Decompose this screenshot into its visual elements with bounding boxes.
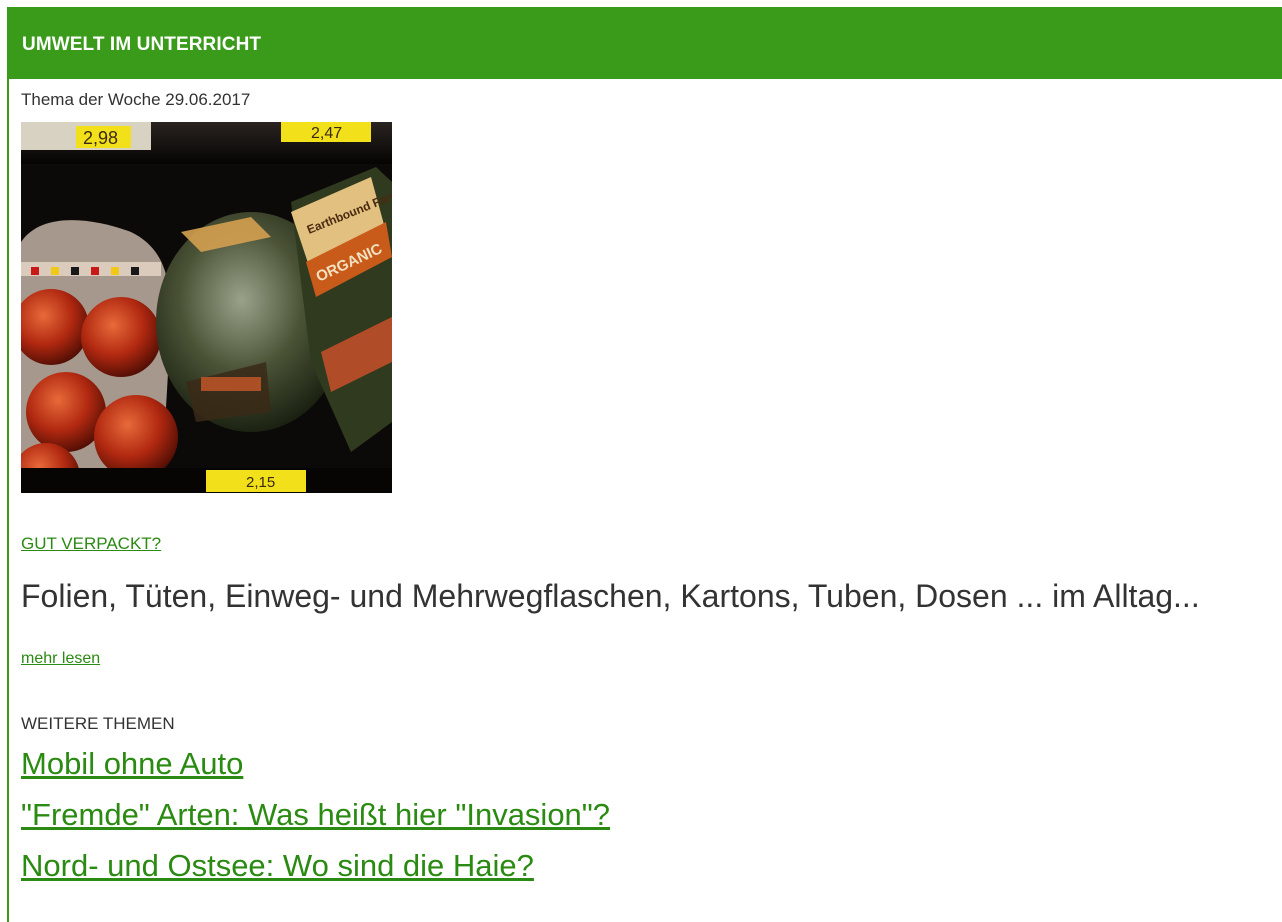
more-topics-heading: WEITERE THEMEN — [21, 714, 175, 733]
feature-teaser: Folien, Tüten, Einweg- und Mehrwegflasch… — [21, 578, 1200, 614]
widget-header: UMWELT IM UNTERRICHT — [7, 7, 1282, 79]
price-tag-label: 2,15 — [246, 474, 275, 491]
price-tag-label: 2,98 — [83, 128, 118, 148]
environment-teaching-widget: UMWELT IM UNTERRICHT Thema der Woche 29.… — [7, 7, 1282, 922]
feature-title-link[interactable]: GUT VERPACKT? — [21, 534, 161, 554]
topic-link-mobil-ohne-auto[interactable]: Mobil ohne Auto — [21, 746, 243, 782]
topic-of-week-date: Thema der Woche 29.06.2017 — [21, 90, 251, 109]
feature-image[interactable]: 2,98 2,47 Earthbound Farm ORGANIC 2,15 — [21, 122, 392, 493]
packaged-produce-photo: 2,98 2,47 Earthbound Farm ORGANIC 2,15 — [21, 122, 392, 493]
topic-link-fremde-arten[interactable]: "Fremde" Arten: Was heißt hier "Invasion… — [21, 797, 610, 833]
widget-title: UMWELT IM UNTERRICHT — [22, 34, 262, 55]
price-tag-label: 2,47 — [311, 125, 342, 142]
topic-link-nord-ostsee-haie[interactable]: Nord- und Ostsee: Wo sind die Haie? — [21, 848, 534, 884]
read-more-link[interactable]: mehr lesen — [21, 650, 100, 668]
